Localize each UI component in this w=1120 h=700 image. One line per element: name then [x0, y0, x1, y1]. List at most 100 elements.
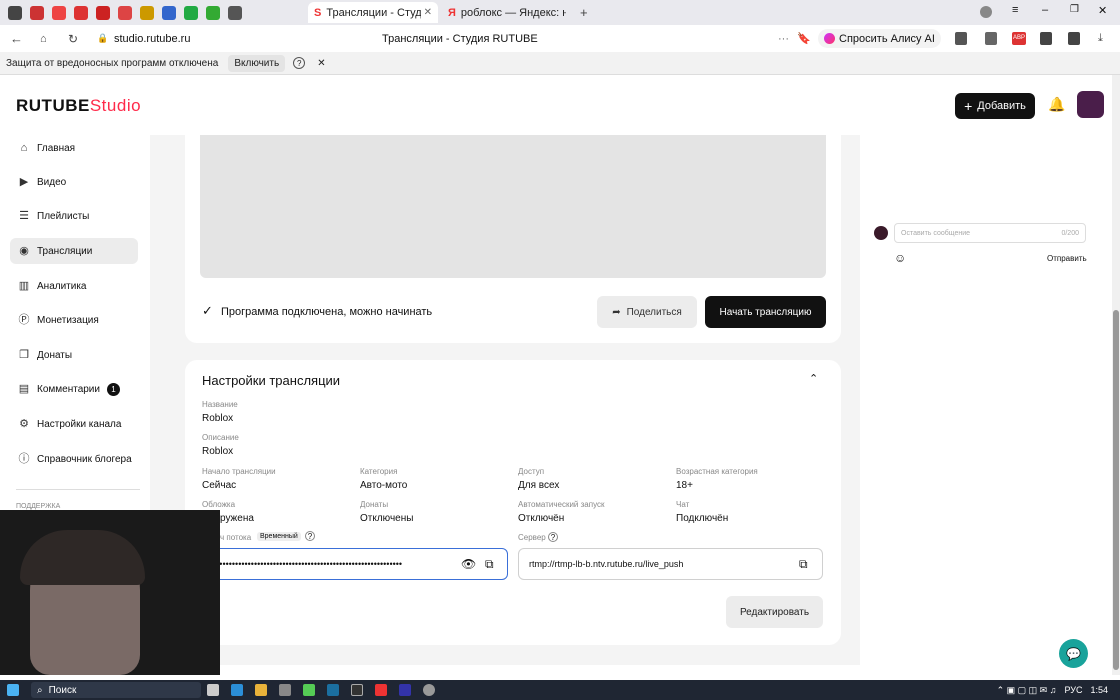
download-icon[interactable]: ⤓ — [1098, 32, 1103, 45]
send-button[interactable]: Отправить — [1047, 254, 1087, 263]
pinned-tab-icon[interactable] — [206, 5, 220, 20]
close-window-icon[interactable]: ✕ — [1098, 4, 1107, 17]
chevron-up-icon[interactable]: ⌃ — [809, 372, 818, 385]
explorer-icon[interactable] — [255, 684, 267, 696]
sidebar-item-broadcasts[interactable]: ◉ Трансляции — [10, 238, 138, 264]
extension-icon[interactable] — [1040, 32, 1052, 45]
hair-shape — [20, 530, 145, 585]
sidebar-item-settings[interactable]: ⚙ Настройки канала — [10, 411, 138, 437]
edge-icon[interactable] — [231, 684, 243, 696]
back-icon[interactable]: ← — [10, 31, 23, 46]
chat-avatar — [874, 226, 888, 240]
alice-button[interactable]: Спросить Алису AI — [818, 29, 941, 48]
sidebar-item-playlists[interactable]: ☰ Плейлисты — [10, 203, 138, 229]
share-button[interactable]: ➦ Поделиться — [597, 296, 697, 328]
tray-icons[interactable]: ⌃ ▣ ▢ ◫ ✉ ♫ — [997, 685, 1057, 696]
menu-icon[interactable]: ≡ — [1012, 4, 1018, 16]
close-tab-icon[interactable]: ✕ — [424, 7, 432, 18]
temporary-badge: Временный — [257, 532, 301, 541]
donations-icon: ❐ — [19, 349, 29, 361]
comments-icon: ▤ — [18, 383, 30, 395]
sidebar-item-analytics[interactable]: ▥ Аналитика — [10, 273, 138, 299]
url-text[interactable]: studio.rutube.ru — [114, 33, 190, 45]
tab-studio[interactable]: S Трансляции - Студия R ✕ — [308, 2, 438, 23]
copy-icon[interactable]: ⧉ — [485, 557, 494, 572]
chat-message-input[interactable]: Оставить сообщение 0/200 — [894, 223, 1086, 243]
help-icon[interactable]: ? — [305, 531, 315, 541]
server-field[interactable]: rtmp://rtmp-lb-b.ntv.rutube.ru/live_push… — [518, 548, 823, 580]
pinned-tab-icon[interactable] — [30, 5, 44, 20]
pinned-tab-icon[interactable] — [52, 5, 66, 20]
taskbar-search[interactable]: ⌕ Поиск — [31, 682, 201, 698]
reload-icon[interactable]: ↻ — [68, 32, 78, 46]
bookmark-icon[interactable]: 🔖 — [797, 32, 811, 45]
sidebar: ⌂ Главная ▶ Видео ☰ Плейлисты ◉ Трансляции ▥… — [0, 135, 150, 515]
close-infobar-icon[interactable]: ✕ — [317, 58, 325, 69]
sidebar-divider — [16, 489, 140, 490]
obs-icon[interactable] — [423, 684, 435, 696]
clock[interactable]: 1:54 — [1090, 685, 1108, 695]
sidebar-item-comments[interactable]: ▤ Комментарии 1 — [10, 376, 138, 402]
copy-icon[interactable]: ⧉ — [799, 557, 808, 572]
adblock-icon[interactable]: ABP — [1012, 32, 1026, 45]
chat-panel: Оставить сообщение 0/200 ☺ Отправить — [860, 135, 1100, 275]
address-bar: ← ⌂ ↻ 🔒 studio.rutube.ru Трансляции - Ст… — [0, 25, 1120, 52]
edit-button[interactable]: Редактировать — [726, 596, 823, 628]
more-icon[interactable]: ··· — [778, 33, 789, 45]
rutube-tab-icon: S — [314, 6, 322, 19]
share-icon: ➦ — [612, 306, 621, 318]
help-icon[interactable]: ? — [293, 57, 306, 69]
restore-icon[interactable]: ❐ — [1070, 4, 1079, 15]
pinned-tab-icon[interactable] — [140, 5, 154, 20]
scrollbar-thumb[interactable] — [1113, 310, 1119, 670]
webcam-overlay — [0, 510, 220, 675]
stream-preview — [200, 135, 826, 278]
shield-extension-icon[interactable] — [985, 32, 997, 45]
windows-start-icon[interactable] — [7, 684, 19, 696]
emoji-icon[interactable]: ☺ — [894, 251, 906, 265]
extension-icon[interactable] — [955, 32, 967, 45]
minimize-icon[interactable]: – — [1042, 4, 1048, 16]
pinned-tab-icon[interactable] — [74, 5, 88, 20]
extension-icon[interactable] — [1068, 32, 1080, 45]
home-browser-icon[interactable]: ⌂ — [40, 33, 47, 45]
add-button[interactable]: + Добавить — [955, 93, 1035, 119]
sidebar-item-help[interactable]: ⓘ Справочник блогера — [10, 446, 138, 472]
sidebar-item-video[interactable]: ▶ Видео — [10, 169, 138, 195]
avatar[interactable] — [1077, 91, 1104, 118]
app-icon[interactable] — [351, 684, 363, 696]
steam-icon[interactable] — [327, 684, 339, 696]
plus-icon: + — [964, 98, 973, 114]
language-indicator[interactable]: РУС — [1064, 685, 1082, 695]
stream-card: ✓ Программа подключена, можно начинать ➦… — [185, 135, 841, 343]
pinned-tab-icon[interactable] — [228, 5, 242, 20]
bell-icon[interactable]: 🔔 — [1048, 96, 1065, 113]
enable-protection-button[interactable]: Включить — [228, 54, 286, 72]
tab-yandex[interactable]: Я роблокс — Яндекс: нашл — [442, 2, 577, 23]
name-value: Roblox — [202, 413, 234, 424]
yandex-browser-icon[interactable] — [375, 684, 387, 696]
pinned-tab-icon[interactable] — [184, 5, 198, 20]
profile-icon[interactable] — [980, 6, 992, 18]
support-chat-button[interactable]: 💬 — [1059, 639, 1088, 668]
new-tab-icon[interactable]: + — [580, 5, 588, 20]
sidebar-item-monetization[interactable]: Ⓟ Монетизация — [10, 307, 138, 333]
broadcast-icon: ◉ — [19, 245, 29, 257]
sidebar-item-home[interactable]: ⌂ Главная — [10, 135, 138, 161]
start-stream-button[interactable]: Начать трансляцию — [705, 296, 826, 328]
chat-counter: 0/200 — [1061, 229, 1079, 237]
app-icon[interactable] — [279, 684, 291, 696]
pinned-tab-icon[interactable] — [96, 5, 110, 20]
task-view-icon[interactable] — [207, 684, 219, 696]
pinned-tab-icon[interactable] — [162, 5, 176, 20]
sidebar-item-donations[interactable]: ❐ Донаты — [10, 342, 138, 368]
pinned-tab-icon[interactable] — [118, 5, 132, 20]
stream-key-field[interactable]: ••••••••••••••••••••••••••••••••••••••••… — [202, 548, 508, 580]
help-icon[interactable]: ? — [548, 532, 558, 542]
eye-icon[interactable]: 👁 — [461, 557, 476, 571]
info-icon: ⓘ — [18, 453, 30, 465]
rutube-studio-logo[interactable]: RUTUBEStudio — [16, 96, 141, 116]
browser-menu-icon[interactable] — [8, 5, 22, 20]
app-icon[interactable] — [303, 684, 315, 696]
app-icon[interactable] — [399, 684, 411, 696]
